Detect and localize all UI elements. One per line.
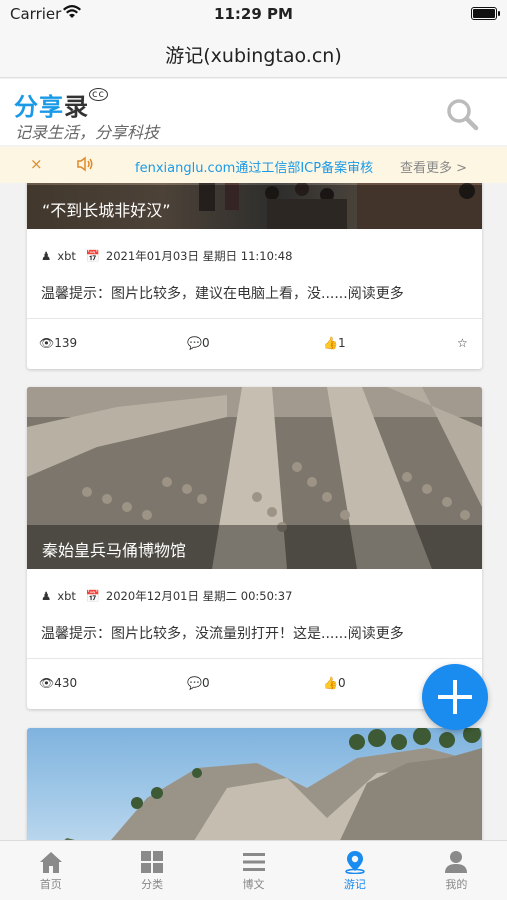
post-cover-image[interactable]: “不到长城非好汉” [27, 183, 482, 229]
views-stat: 👁430 [39, 676, 78, 690]
site-logo[interactable]: 分享录 cc [14, 87, 108, 122]
comment-icon: 💬 [187, 676, 202, 690]
post-stats: 👁139 💬0 👍1 ☆ [27, 319, 482, 369]
search-icon[interactable] [445, 97, 479, 131]
post-card[interactable]: “不到长城非好汉” ♟ xbt 📅 2021年01月03日 星期日 11:10:48… [27, 183, 482, 369]
author-icon: ♟ [41, 249, 52, 263]
tab-home[interactable]: 首页 [0, 841, 101, 900]
post-excerpt[interactable]: 温馨提示：图片比较多，建议在电脑上看，没......阅读更多 [27, 279, 482, 319]
cc-mark: cc [89, 88, 108, 101]
post-author: xbt [57, 589, 76, 603]
thumbs-up-icon: 👍 [323, 676, 338, 690]
likes-stat[interactable]: 👍0 [323, 676, 346, 690]
tab-travel[interactable]: 游记 [304, 841, 405, 900]
star-icon[interactable]: ☆ [457, 336, 468, 350]
clock: 11:29 PM [214, 5, 293, 23]
notice-more-link[interactable]: 查看更多 > [400, 157, 467, 176]
navigation-bar: 游记(xubingtao.cn) [0, 30, 507, 78]
eye-icon: 👁 [39, 336, 55, 350]
post-card[interactable]: 秦始皇兵马俑博物馆 ♟ xbt 📅 2020年12月01日 星期二 00:50:37… [27, 387, 482, 709]
author-icon: ♟ [41, 589, 52, 603]
post-feed[interactable]: “不到长城非好汉” ♟ xbt 📅 2021年01月03日 星期日 11:10:48… [0, 183, 507, 840]
likes-stat[interactable]: 👍1 [323, 336, 346, 350]
notice-bar: × fenxianglu.com通过工信部ICP备案审核 查看更多 > [0, 147, 507, 183]
tab-categories[interactable]: 分类 [101, 841, 202, 900]
post-title[interactable]: 秦始皇兵马俑博物馆 [27, 525, 482, 569]
status-bar: Carrier 11:29 PM [0, 0, 507, 30]
post-stats: 👁430 💬0 👍0 [27, 659, 482, 709]
thumbs-up-icon: 👍 [323, 336, 338, 350]
post-card[interactable] [27, 728, 482, 840]
comments-stat[interactable]: 💬0 [187, 336, 210, 350]
comments-stat[interactable]: 💬0 [187, 676, 210, 690]
site-header: 分享录 cc 记录生活，分享科技 [0, 79, 507, 145]
user-icon [445, 851, 468, 873]
post-meta: ♟ xbt 📅 2020年12月01日 星期二 00:50:37 [27, 569, 482, 619]
notice-close-button[interactable]: × [30, 155, 43, 173]
add-post-button[interactable] [422, 664, 488, 730]
home-icon [39, 852, 62, 873]
post-meta: ♟ xbt 📅 2021年01月03日 星期日 11:10:48 [27, 229, 482, 279]
views-stat: 👁139 [39, 336, 78, 350]
post-cover-image[interactable]: 秦始皇兵马俑博物馆 [27, 387, 482, 569]
calendar-icon: 📅 [85, 589, 100, 603]
notice-text[interactable]: fenxianglu.com通过工信部ICP备案审核 [135, 157, 373, 176]
eye-icon: 👁 [39, 676, 55, 690]
post-cover-image[interactable] [27, 728, 482, 840]
post-author: xbt [57, 249, 76, 263]
comment-icon: 💬 [187, 336, 202, 350]
tab-profile[interactable]: 我的 [406, 841, 507, 900]
grid-icon [141, 851, 164, 873]
site-slogan: 记录生活，分享科技 [15, 123, 160, 142]
tab-bar: 首页 分类 博文 游记 我的 [0, 840, 507, 900]
list-icon [242, 853, 265, 871]
location-icon [345, 851, 365, 874]
post-date: 2020年12月01日 星期二 00:50:37 [105, 589, 293, 603]
speaker-icon [77, 156, 93, 172]
mountain-photo-art [64, 728, 482, 840]
battery-icon [471, 7, 500, 20]
post-excerpt[interactable]: 温馨提示：图片比较多，没流量别打开！这是......阅读更多 [27, 619, 482, 659]
page-title: 游记(xubingtao.cn) [165, 45, 342, 67]
calendar-icon: 📅 [85, 249, 100, 263]
tab-blog[interactable]: 博文 [203, 841, 304, 900]
post-date: 2021年01月03日 星期日 11:10:48 [105, 249, 293, 263]
post-title[interactable]: “不到长城非好汉” [27, 185, 482, 229]
